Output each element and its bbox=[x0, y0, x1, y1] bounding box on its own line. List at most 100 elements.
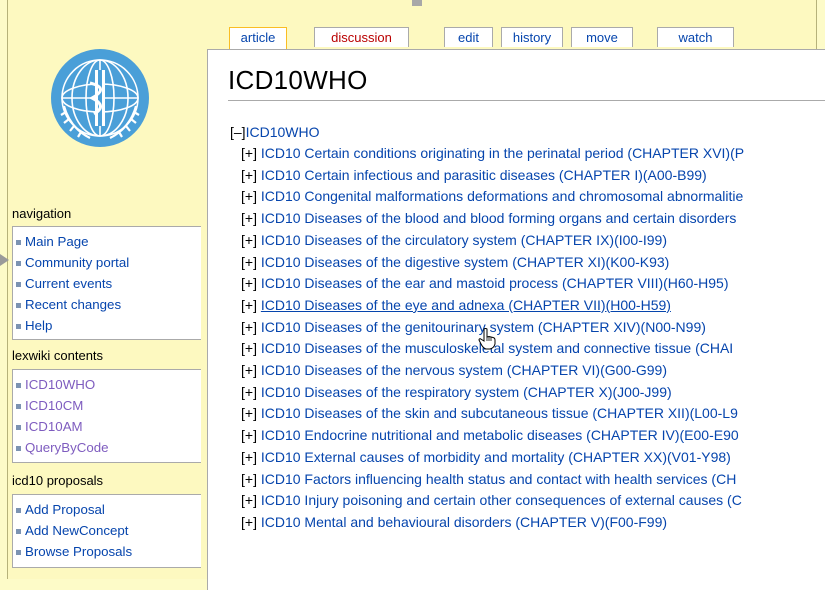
tree-item: [+] ICD10 Injury poisoning and certain o… bbox=[241, 490, 825, 512]
tree-item-link[interactable]: ICD10 Diseases of the blood and blood fo… bbox=[261, 210, 737, 226]
expand-toggle[interactable]: [+] bbox=[241, 232, 257, 248]
sidebar-item-main-page[interactable]: Main Page bbox=[13, 231, 201, 252]
tree-item-link[interactable]: ICD10 Factors influencing health status … bbox=[261, 471, 736, 487]
sidebar-item-label[interactable]: Main Page bbox=[25, 234, 89, 249]
tree-item-link[interactable]: ICD10 Certain infectious and parasitic d… bbox=[261, 167, 707, 183]
expand-toggle[interactable]: [+] bbox=[241, 297, 257, 313]
expand-toggle[interactable]: [+] bbox=[241, 188, 257, 204]
sidebar-item-label[interactable]: ICD10CM bbox=[25, 398, 83, 413]
expand-toggle[interactable]: [+] bbox=[241, 319, 257, 335]
sidebar-item-community-portal[interactable]: Community portal bbox=[13, 252, 201, 273]
tree-item: [+] ICD10 External causes of morbidity a… bbox=[241, 447, 825, 469]
title-divider bbox=[228, 100, 825, 101]
sidebar-item-icd10am[interactable]: ICD10AM bbox=[13, 416, 201, 437]
tree-root: [–]ICD10WHO bbox=[230, 121, 825, 143]
page-title: ICD10WHO bbox=[228, 65, 368, 95]
tree-item: [+] ICD10 Diseases of the eye and adnexa… bbox=[241, 295, 825, 317]
tree-item-link[interactable]: ICD10 External causes of morbidity and m… bbox=[261, 449, 731, 465]
tab-edit[interactable]: edit bbox=[444, 27, 493, 47]
lexwiki-contents-portlet: ICD10WHO ICD10CM ICD10AM QueryByCode bbox=[12, 369, 201, 463]
sidebar-item-label[interactable]: Browse Proposals bbox=[25, 544, 132, 559]
expand-toggle[interactable]: [+] bbox=[241, 254, 257, 270]
icd10-proposals-portlet: Add Proposal Add NewConcept Browse Propo… bbox=[12, 494, 201, 568]
navigation-portlet: Main Page Community portal Current event… bbox=[12, 226, 201, 340]
sidebar-item-icd10who[interactable]: ICD10WHO bbox=[13, 374, 201, 395]
sidebar-item-label[interactable]: ICD10AM bbox=[25, 419, 83, 434]
sidebar-item-browse-proposals[interactable]: Browse Proposals bbox=[13, 541, 201, 562]
tab-discussion[interactable]: discussion bbox=[314, 27, 409, 47]
tree-item: [+] ICD10 Diseases of the digestive syst… bbox=[241, 252, 825, 274]
tree-item-link[interactable]: ICD10 Congenital malformations deformati… bbox=[261, 188, 743, 204]
tree-item-link[interactable]: ICD10 Mental and behavioural disorders (… bbox=[261, 514, 667, 530]
tree-item: [+] ICD10 Diseases of the blood and bloo… bbox=[241, 208, 825, 230]
sidebar-item-add-proposal[interactable]: Add Proposal bbox=[13, 499, 201, 520]
expand-toggle[interactable]: [+] bbox=[241, 514, 257, 530]
hand-pointer-icon bbox=[478, 328, 496, 350]
tree-item: [+] ICD10 Diseases of the musculoskeleta… bbox=[241, 338, 825, 360]
expand-toggle[interactable]: [+] bbox=[241, 384, 257, 400]
sidebar-item-help[interactable]: Help bbox=[13, 315, 201, 336]
sidebar-item-querybycode[interactable]: QueryByCode bbox=[13, 437, 201, 458]
collapse-toggle[interactable]: [–] bbox=[230, 124, 246, 140]
sidebar-item-label[interactable]: ICD10WHO bbox=[25, 377, 95, 392]
category-tree: [–]ICD10WHO [+] ICD10 Certain conditions… bbox=[230, 121, 825, 534]
tree-item-link[interactable]: ICD10 Diseases of the respiratory system… bbox=[261, 384, 672, 400]
sidebar-item-label[interactable]: Community portal bbox=[25, 255, 129, 270]
expand-toggle[interactable]: [+] bbox=[241, 340, 257, 356]
tree-item-link[interactable]: ICD10 Injury poisoning and certain other… bbox=[261, 492, 742, 508]
expand-toggle[interactable]: [+] bbox=[241, 492, 257, 508]
sidebar-item-label[interactable]: Recent changes bbox=[25, 297, 121, 312]
expand-toggle[interactable]: [+] bbox=[241, 362, 257, 378]
tab-history[interactable]: history bbox=[501, 27, 563, 47]
expand-toggle[interactable]: [+] bbox=[241, 145, 257, 161]
tree-item: [+] ICD10 Certain conditions originating… bbox=[241, 143, 825, 165]
tree-item-link[interactable]: ICD10 Diseases of the ear and mastoid pr… bbox=[261, 275, 729, 291]
icd10-proposals-heading: icd10 proposals bbox=[12, 473, 104, 488]
expand-toggle[interactable]: [+] bbox=[241, 167, 257, 183]
article-content: ICD10WHO [–]ICD10WHO [+] ICD10 Certain c… bbox=[207, 49, 825, 590]
tab-move[interactable]: move bbox=[571, 27, 633, 47]
sidebar-item-label[interactable]: Add Proposal bbox=[25, 502, 105, 517]
sidebar-item-add-newconcept[interactable]: Add NewConcept bbox=[13, 520, 201, 541]
tree-item-link[interactable]: ICD10 Endocrine nutritional and metaboli… bbox=[261, 427, 739, 443]
tree-item-link[interactable]: ICD10 Diseases of the skin and subcutane… bbox=[261, 405, 738, 421]
tree-item: [+] ICD10 Endocrine nutritional and meta… bbox=[241, 425, 825, 447]
who-emblem-icon[interactable] bbox=[50, 48, 150, 148]
expand-toggle[interactable]: [+] bbox=[241, 471, 257, 487]
tree-item-link[interactable]: ICD10 Diseases of the digestive system (… bbox=[261, 254, 669, 270]
resize-handle-icon[interactable] bbox=[412, 0, 422, 6]
tree-item: [+] ICD10 Congenital malformations defor… bbox=[241, 186, 825, 208]
arrow-right-icon bbox=[0, 254, 9, 266]
expand-toggle[interactable]: [+] bbox=[241, 427, 257, 443]
tree-item: [+] ICD10 Diseases of the genitourinary … bbox=[241, 317, 825, 339]
sidebar-item-label[interactable]: Add NewConcept bbox=[25, 523, 128, 538]
tree-item: [+] ICD10 Certain infectious and parasit… bbox=[241, 165, 825, 187]
tree-item: [+] ICD10 Mental and behavioural disorde… bbox=[241, 512, 825, 534]
sidebar-item-recent-changes[interactable]: Recent changes bbox=[13, 294, 201, 315]
tree-item: [+] ICD10 Diseases of the circulatory sy… bbox=[241, 230, 825, 252]
tree-item: [+] ICD10 Diseases of the respiratory sy… bbox=[241, 382, 825, 404]
lexwiki-contents-heading: lexwiki contents bbox=[12, 348, 104, 363]
sidebar-item-label[interactable]: Current events bbox=[25, 276, 112, 291]
tree-root-link[interactable]: ICD10WHO bbox=[246, 124, 320, 140]
expand-toggle[interactable]: [+] bbox=[241, 449, 257, 465]
tree-item-link[interactable]: ICD10 Diseases of the nervous system (CH… bbox=[261, 362, 667, 378]
tree-item: [+] ICD10 Factors influencing health sta… bbox=[241, 469, 825, 491]
tab-article[interactable]: article bbox=[229, 27, 287, 50]
tree-item-link[interactable]: ICD10 Diseases of the musculoskeletal sy… bbox=[261, 340, 733, 356]
tree-item-link[interactable]: ICD10 Diseases of the circulatory system… bbox=[261, 232, 667, 248]
sidebar-item-current-events[interactable]: Current events bbox=[13, 273, 201, 294]
tree-item-link-hovered[interactable]: ICD10 Diseases of the eye and adnexa (CH… bbox=[261, 297, 671, 313]
expand-toggle[interactable]: [+] bbox=[241, 275, 257, 291]
tree-item: [+] ICD10 Diseases of the nervous system… bbox=[241, 360, 825, 382]
sidebar-item-icd10cm[interactable]: ICD10CM bbox=[13, 395, 201, 416]
tab-watch[interactable]: watch bbox=[657, 27, 734, 47]
sidebar-item-label[interactable]: QueryByCode bbox=[25, 440, 109, 455]
expand-toggle[interactable]: [+] bbox=[241, 405, 257, 421]
tree-item-link[interactable]: ICD10 Certain conditions originating in … bbox=[261, 145, 744, 161]
expand-toggle[interactable]: [+] bbox=[241, 210, 257, 226]
tree-item: [+] ICD10 Diseases of the skin and subcu… bbox=[241, 403, 825, 425]
sidebar-item-label[interactable]: Help bbox=[25, 318, 52, 333]
navigation-heading: navigation bbox=[12, 206, 72, 221]
tree-item: [+] ICD10 Diseases of the ear and mastoi… bbox=[241, 273, 825, 295]
